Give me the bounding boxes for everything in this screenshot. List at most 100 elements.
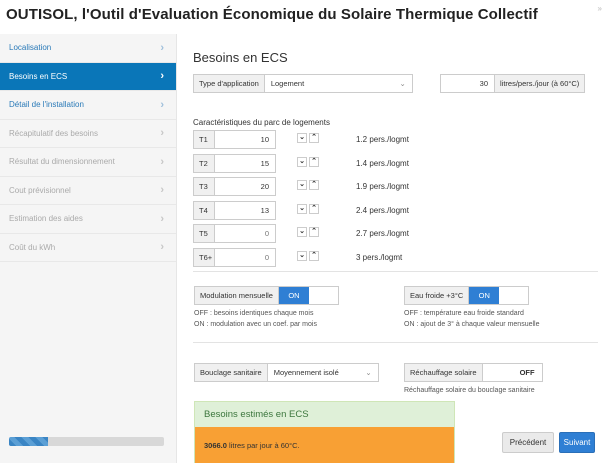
bouclage-select[interactable]: Moyennement isolé ⌄	[267, 363, 379, 382]
sidebar-item-label: Détail de l'installation	[9, 100, 84, 110]
chevron-right-icon: ›	[160, 212, 164, 225]
decrement-icon[interactable]: ⌄	[297, 203, 307, 214]
decrement-icon[interactable]: ⌄	[297, 180, 307, 190]
previous-button[interactable]: Précédent	[502, 432, 554, 453]
sidebar-item-label: Estimation des aides	[9, 214, 83, 224]
eau-froide-label: Eau froide +3°C	[404, 286, 470, 305]
progress-fill	[9, 437, 48, 446]
modulation-help: OFF : besoins identiques chaque mois ON …	[194, 308, 317, 330]
sidebar-item-localisation[interactable]: Localisation ›	[0, 34, 176, 63]
logement-count-input[interactable]: 13	[215, 200, 276, 220]
toggle-off: OFF	[519, 368, 535, 377]
sidebar-item-label: Cout prévisionnel	[9, 185, 71, 195]
type-application-select[interactable]: Logement ⌄	[264, 74, 413, 93]
logement-stepper: ⌄ ⌃	[297, 227, 319, 237]
increment-icon[interactable]: ⌃	[309, 227, 319, 237]
logement-stepper: ⌄ ⌃	[297, 156, 319, 167]
rechauffage-toggle[interactable]: OFF	[482, 363, 543, 382]
sidebar-item-besoins-ecs[interactable]: Besoins en ECS ›	[0, 62, 176, 91]
help-off: OFF : besoins identiques chaque mois	[194, 310, 314, 317]
sidebar-item-label: Récapitulatif des besoins	[9, 128, 98, 138]
logement-count-input[interactable]: 0	[215, 224, 276, 243]
help-on: ON : modulation avec un coef. par mois	[194, 321, 317, 328]
modulation-label: Modulation mensuelle	[194, 286, 279, 305]
persons-per-logement: 1.9 pers./logmt	[356, 182, 409, 191]
toggle-on: ON	[469, 287, 500, 304]
collapse-icon[interactable]: »	[598, 4, 602, 13]
main-panel: Besoins en ECS Type d'application Logeme…	[193, 34, 598, 463]
rechauffage-help: Réchauffage solaire du bouclage sanitair…	[404, 387, 535, 394]
result-title: Besoins estimés en ECS	[195, 402, 454, 427]
chevron-right-icon: ›	[160, 184, 164, 197]
bouclage-label: Bouclage sanitaire	[194, 363, 268, 382]
chevron-down-icon: ⌄	[399, 79, 406, 88]
eau-froide-group: Eau froide +3°C ON	[404, 286, 530, 305]
logement-type: T3	[193, 177, 215, 196]
result-panel: Besoins estimés en ECS 3066.0 litres par…	[194, 401, 455, 463]
logement-count-input[interactable]: 0	[215, 247, 276, 267]
decrement-icon[interactable]: ⌄	[297, 250, 307, 261]
chevron-right-icon: ›	[160, 41, 164, 54]
sidebar-item-cout: Cout prévisionnel ›	[0, 177, 176, 205]
result-text: litres par jour à 60°C.	[226, 440, 300, 450]
increment-icon[interactable]: ⌃	[309, 180, 319, 190]
sidebar-item-detail-installation[interactable]: Détail de l'installation ›	[0, 91, 176, 120]
logement-row: T1 10	[193, 130, 276, 149]
eau-froide-toggle[interactable]: ON	[469, 286, 530, 305]
persons-per-logement: 2.4 pers./logmt	[356, 205, 409, 215]
logement-row: T5 0	[193, 224, 276, 243]
increment-icon[interactable]: ⌃	[309, 156, 319, 167]
logement-count-input[interactable]: 10	[215, 130, 276, 149]
select-value: Logement	[270, 79, 305, 88]
logement-type: T6+	[193, 247, 215, 267]
rechauffage-group: Réchauffage solaire OFF	[404, 363, 543, 382]
bouclage-group: Bouclage sanitaire Moyennement isolé ⌄	[194, 363, 379, 382]
increment-icon[interactable]: ⌃	[309, 203, 319, 214]
modulation-group: Modulation mensuelle ON	[194, 286, 339, 305]
liters-input[interactable]: 30	[440, 74, 495, 93]
caract-label: Caractéristiques du parc de logements	[193, 118, 330, 127]
decrement-icon[interactable]: ⌄	[297, 227, 307, 237]
page-title: Besoins en ECS	[193, 50, 288, 65]
next-button[interactable]: Suivant	[559, 432, 595, 453]
logement-type: T2	[193, 153, 215, 173]
sidebar-item-recapitulatif: Récapitulatif des besoins ›	[0, 120, 176, 148]
divider	[193, 271, 598, 272]
toggle-on: ON	[278, 287, 309, 304]
result-value: 3066.0	[204, 440, 227, 450]
logement-stepper: ⌄ ⌃	[297, 133, 319, 143]
chevron-right-icon: ›	[160, 98, 164, 111]
toggle-knob	[482, 364, 513, 381]
liters-group: 30 litres/pers./jour (à 60°C)	[440, 74, 586, 93]
sidebar-item-aides: Estimation des aides ›	[0, 205, 176, 234]
logement-count-input[interactable]: 20	[215, 177, 276, 196]
persons-per-logement: 2.7 pers./logmt	[356, 229, 409, 238]
logement-row: T2 15	[193, 153, 276, 173]
chevron-right-icon: ›	[160, 127, 164, 140]
result-body: 3066.0 litres par jour à 60°C.	[195, 427, 454, 463]
logement-count-input[interactable]: 15	[215, 153, 276, 173]
logement-type: T5	[193, 224, 215, 243]
sidebar-item-label: Besoins en ECS	[9, 71, 68, 81]
chevron-right-icon: ›	[160, 241, 164, 254]
sidebar-item-label: Coût du kWh	[9, 242, 56, 252]
chevron-right-icon: ›	[160, 70, 164, 83]
sidebar-item-resultat: Résultat du dimensionnement ›	[0, 148, 176, 177]
divider	[193, 342, 598, 343]
liters-unit: litres/pers./jour (à 60°C)	[495, 74, 586, 93]
eau-froide-help: OFF : température eau froide standard ON…	[404, 308, 540, 330]
modulation-toggle[interactable]: ON	[278, 286, 339, 305]
rechauffage-label: Réchauffage solaire	[404, 363, 483, 382]
logement-stepper: ⌄ ⌃	[297, 203, 319, 214]
persons-per-logement: 1.4 pers./logmt	[356, 158, 409, 168]
decrement-icon[interactable]: ⌄	[297, 156, 307, 167]
increment-icon[interactable]: ⌃	[309, 250, 319, 261]
logement-row: T3 20	[193, 177, 276, 196]
logement-row: T6+ 0	[193, 247, 276, 267]
persons-per-logement: 1.2 pers./logmt	[356, 135, 409, 144]
help-off: OFF : température eau froide standard	[404, 310, 524, 317]
increment-icon[interactable]: ⌃	[309, 133, 319, 143]
decrement-icon[interactable]: ⌄	[297, 133, 307, 143]
select-value: Moyennement isolé	[273, 368, 339, 377]
sidebar-item-label: Localisation	[9, 43, 52, 53]
